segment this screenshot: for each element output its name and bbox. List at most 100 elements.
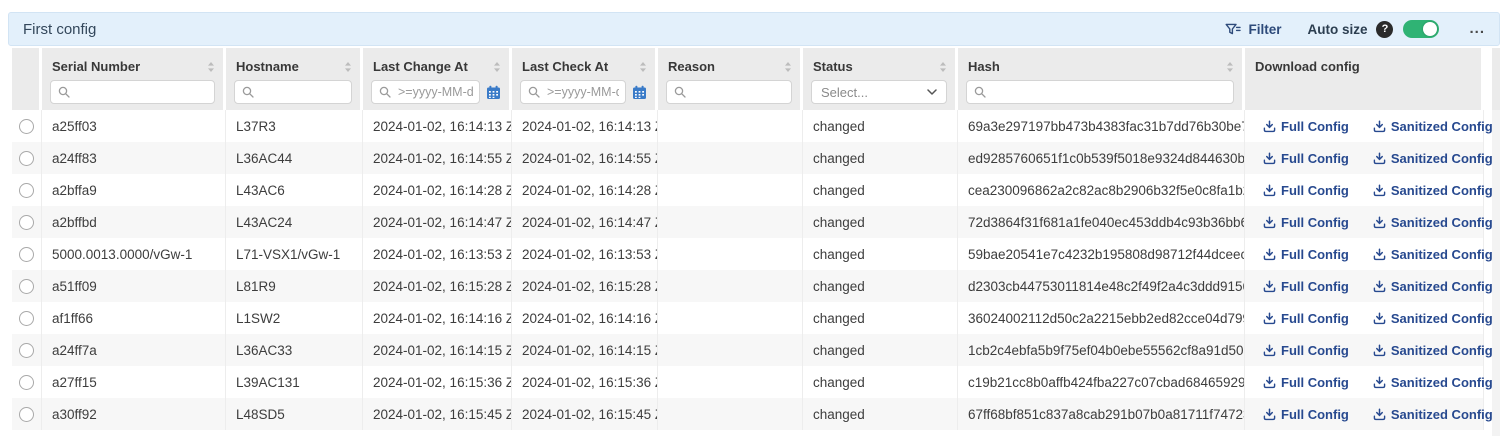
column-last-change-at: Last Change At (363, 48, 512, 110)
sort-icon[interactable] (784, 61, 792, 74)
full-config-download-link[interactable]: Full Config (1263, 311, 1349, 326)
hash-cell: c19b21cc8b0affb424fba227c07cbad68465929c (958, 366, 1245, 398)
row-select-cell (12, 110, 42, 142)
hash-cell: 67ff68bf851c837a8cab291b07b0a81711f74723 (958, 398, 1245, 430)
sanitized-config-label: Sanitized Config (1391, 183, 1493, 198)
reason-cell (658, 174, 803, 206)
last-change-at-cell: 2024-01-02, 16:14:55 Z (363, 142, 512, 174)
sort-icon[interactable] (493, 61, 501, 74)
download-icon (1373, 408, 1386, 421)
column-reason: Reason (658, 48, 803, 110)
sanitized-config-download-link[interactable]: Sanitized Config (1373, 311, 1493, 326)
download-config-cell: Full Config Sanitized Config (1245, 206, 1484, 238)
row-radio-button[interactable] (19, 119, 34, 134)
row-radio-button[interactable] (19, 215, 34, 230)
gutter-header-part (1492, 48, 1500, 110)
download-config-cell: Full Config Sanitized Config (1245, 366, 1484, 398)
full-config-download-link[interactable]: Full Config (1263, 151, 1349, 166)
table-body: a25ff03 L37R3 2024-01-02, 16:14:13 Z 202… (12, 110, 1484, 430)
download-icon (1373, 312, 1386, 325)
serial-number-cell: a27ff15 (42, 366, 226, 398)
scrollbar-gutter[interactable] (1492, 48, 1500, 436)
sort-icon[interactable] (939, 61, 947, 74)
status-cell: changed (803, 142, 958, 174)
sanitized-config-download-link[interactable]: Sanitized Config (1373, 119, 1493, 134)
search-icon (242, 86, 254, 98)
auto-size-toggle[interactable] (1403, 20, 1439, 38)
full-config-download-link[interactable]: Full Config (1263, 183, 1349, 198)
row-radio-button[interactable] (19, 247, 34, 262)
filter-label: Filter (1248, 22, 1281, 37)
calendar-icon[interactable] (486, 85, 501, 100)
sanitized-config-download-link[interactable]: Sanitized Config (1373, 183, 1493, 198)
filter-button[interactable]: Filter (1225, 22, 1281, 37)
sort-icon[interactable] (207, 61, 215, 74)
sanitized-config-download-link[interactable]: Sanitized Config (1373, 151, 1493, 166)
row-select-cell (12, 270, 42, 302)
column-label: Last Check At (522, 59, 608, 74)
status-cell: changed (803, 110, 958, 142)
status-cell: changed (803, 302, 958, 334)
last-check-at-cell: 2024-01-02, 16:13:53 Z (512, 238, 658, 270)
row-select-cell (12, 238, 42, 270)
search-icon (58, 86, 70, 98)
row-select-cell (12, 206, 42, 238)
row-radio-button[interactable] (19, 343, 34, 358)
table-row: 5000.0013.0000/vGw-1 L71-VSX1/vGw-1 2024… (12, 238, 1484, 270)
table-row: af1ff66 L1SW2 2024-01-02, 16:14:16 Z 202… (12, 302, 1484, 334)
row-radio-button[interactable] (19, 151, 34, 166)
sanitized-config-label: Sanitized Config (1391, 311, 1493, 326)
column-status: Status Select... (803, 48, 958, 110)
column-label: Serial Number (52, 59, 140, 74)
row-radio-button[interactable] (19, 183, 34, 198)
full-config-label: Full Config (1281, 343, 1349, 358)
full-config-download-link[interactable]: Full Config (1263, 343, 1349, 358)
sanitized-config-download-link[interactable]: Sanitized Config (1373, 375, 1493, 390)
row-radio-button[interactable] (19, 279, 34, 294)
sort-icon[interactable] (639, 61, 647, 74)
sanitized-config-label: Sanitized Config (1391, 119, 1493, 134)
sanitized-config-download-link[interactable]: Sanitized Config (1373, 279, 1493, 294)
status-cell: changed (803, 270, 958, 302)
sanitized-config-download-link[interactable]: Sanitized Config (1373, 343, 1493, 358)
hash-filter-input[interactable] (966, 80, 1234, 104)
column-label: Status (813, 59, 853, 74)
last-change-at-cell: 2024-01-02, 16:15:45 Z (363, 398, 512, 430)
hash-cell: 69a3e297197bb473b4383fac31b7dd76b30be71a (958, 110, 1245, 142)
table-row: a27ff15 L39AC131 2024-01-02, 16:15:36 Z … (12, 366, 1484, 398)
sanitized-config-download-link[interactable]: Sanitized Config (1373, 215, 1493, 230)
sanitized-config-download-link[interactable]: Sanitized Config (1373, 247, 1493, 262)
column-label: Last Change At (373, 59, 468, 74)
full-config-download-link[interactable]: Full Config (1263, 375, 1349, 390)
download-config-cell: Full Config Sanitized Config (1245, 238, 1484, 270)
sort-icon[interactable] (1226, 61, 1234, 74)
reason-cell (658, 110, 803, 142)
serial-number-cell: a24ff7a (42, 334, 226, 366)
full-config-download-link[interactable]: Full Config (1263, 119, 1349, 134)
row-select-cell (12, 334, 42, 366)
full-config-download-link[interactable]: Full Config (1263, 279, 1349, 294)
calendar-icon[interactable] (632, 85, 647, 100)
hash-cell: 36024002112d50c2a2215ebb2ed82cce04d79903 (958, 302, 1245, 334)
serial-number-cell: af1ff66 (42, 302, 226, 334)
help-icon[interactable]: ? (1376, 21, 1393, 38)
sanitized-config-download-link[interactable]: Sanitized Config (1373, 407, 1493, 422)
hash-cell: 1cb2c4ebfa5b9f75ef04b0ebe55562cf8a91d50d (958, 334, 1245, 366)
full-config-download-link[interactable]: Full Config (1263, 215, 1349, 230)
column-label: Hash (968, 59, 1000, 74)
full-config-download-link[interactable]: Full Config (1263, 247, 1349, 262)
status-filter-select[interactable]: Select... (811, 80, 947, 104)
row-radio-button[interactable] (19, 311, 34, 326)
row-radio-button[interactable] (19, 407, 34, 422)
row-select-cell (12, 174, 42, 206)
toggle-knob (1423, 22, 1437, 36)
serial-number-filter-input[interactable] (50, 80, 215, 104)
reason-cell (658, 270, 803, 302)
more-menu-button[interactable]: ... (1469, 24, 1485, 34)
full-config-download-link[interactable]: Full Config (1263, 407, 1349, 422)
row-radio-button[interactable] (19, 375, 34, 390)
table-row: a2bffbd L43AC24 2024-01-02, 16:14:47 Z 2… (12, 206, 1484, 238)
search-icon (528, 86, 540, 98)
serial-number-cell: a25ff03 (42, 110, 226, 142)
sort-icon[interactable] (344, 61, 352, 74)
